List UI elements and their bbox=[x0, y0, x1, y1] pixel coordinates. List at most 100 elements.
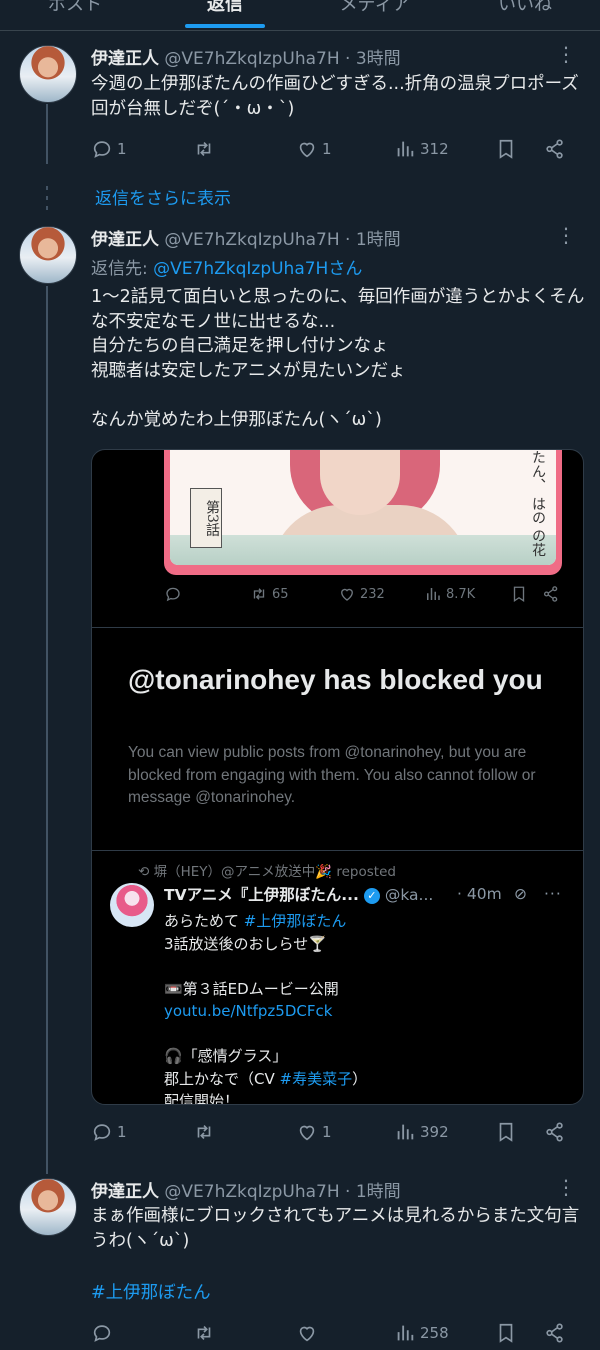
avatar[interactable] bbox=[19, 226, 77, 284]
tweet-text: 今週の上伊那ぼたんの作画ひどすぎる...折角の温泉プロポーズ回が台無しだぞ(´・… bbox=[91, 74, 579, 119]
tab-media[interactable]: メディア bbox=[300, 0, 450, 30]
embedded-reply-icon bbox=[164, 585, 182, 603]
like-icon bbox=[299, 142, 315, 158]
tweet-actions: 258 bbox=[91, 1322, 581, 1350]
grok-icon: ⊘ bbox=[514, 885, 527, 903]
like-icon bbox=[299, 1125, 315, 1141]
embedded-tweet-actions: 65 232 8.7K bbox=[92, 585, 583, 613]
tab-posts[interactable]: ポスト bbox=[0, 0, 150, 30]
quoted-tweet-header: TVアニメ『上伊那ぼたん... ✓ @ka... bbox=[164, 883, 433, 905]
blocked-title: @tonarinohey has blocked you bbox=[128, 664, 543, 695]
more-icon[interactable]: ⋮ bbox=[556, 223, 576, 247]
tweet-actions: 1 1 392 bbox=[91, 1121, 581, 1149]
views-icon bbox=[397, 1124, 414, 1140]
embedded-views: 8.7K bbox=[424, 585, 475, 603]
views-icon bbox=[397, 141, 414, 157]
blocked-message: You can view public posts from @tonarino… bbox=[128, 744, 536, 806]
avatar bbox=[110, 883, 154, 927]
bookmark-button[interactable] bbox=[495, 138, 517, 160]
more-icon[interactable]: ⋮ bbox=[556, 1175, 576, 1199]
like-count: 1 bbox=[322, 140, 332, 158]
reply-to-suffix: さん bbox=[328, 259, 363, 279]
display-name[interactable]: 伊達正人 bbox=[91, 230, 159, 250]
reply-button[interactable]: 1 bbox=[91, 138, 127, 160]
share-icon bbox=[546, 1122, 563, 1142]
thread-line bbox=[46, 104, 48, 164]
timestamp[interactable]: · 1時間 bbox=[345, 230, 401, 250]
tweet-header: 伊達正人 @VE7hZkqIzpUha7H · 1時間 bbox=[91, 1177, 401, 1202]
quoted-display-name: TVアニメ『上伊那ぼたん... bbox=[164, 886, 359, 904]
more-icon[interactable]: ⋮ bbox=[556, 42, 576, 66]
profile-tabs: ポスト 返信 メディア いいね bbox=[0, 0, 600, 31]
reply-icon bbox=[93, 141, 111, 158]
tweet-actions: 1 1 312 bbox=[91, 138, 581, 166]
like-button[interactable]: 1 bbox=[296, 1121, 332, 1143]
reply-to-handle[interactable]: @VE7hZkqIzpUha7H bbox=[153, 259, 328, 279]
verified-badge-icon: ✓ bbox=[363, 887, 380, 904]
reply-count: 1 bbox=[117, 1123, 127, 1141]
thread-line bbox=[46, 286, 48, 1174]
views-count: 312 bbox=[420, 140, 449, 158]
bookmark-icon bbox=[499, 139, 513, 159]
views-button[interactable]: 312 bbox=[394, 138, 449, 160]
active-tab-indicator bbox=[185, 24, 265, 28]
display-name[interactable]: 伊達正人 bbox=[91, 1182, 159, 1202]
embedded-retweet: 65 bbox=[250, 585, 289, 603]
share-button[interactable] bbox=[544, 138, 566, 160]
avatar[interactable] bbox=[19, 45, 77, 103]
views-count: 258 bbox=[420, 1324, 449, 1342]
embedded-bookmark-icon bbox=[510, 585, 528, 603]
embedded-retweet-count: 65 bbox=[272, 586, 289, 602]
anime-screenshot: 第3話 たん、 はの の花 bbox=[164, 450, 562, 575]
user-handle[interactable]: @VE7hZkqIzpUha7H bbox=[164, 49, 339, 69]
reposted-by-line: ⟲ 塀（HEY）@アニメ放送中🎉 reposted bbox=[138, 864, 396, 880]
reply-icon bbox=[93, 1124, 111, 1141]
retweet-icon bbox=[197, 1124, 211, 1140]
thread-line-dots bbox=[46, 186, 48, 190]
reply-to-line: 返信先: @VE7hZkqIzpUha7Hさん bbox=[91, 254, 362, 279]
youtube-link: youtu.be/Ntfpz5DCFck bbox=[164, 1002, 333, 1020]
like-button[interactable]: 1 bbox=[296, 138, 332, 160]
attached-image-card[interactable]: 第3話 たん、 はの の花 65 232 8.7K @tonarinohey h… bbox=[91, 449, 584, 1105]
retweet-button[interactable] bbox=[193, 1121, 219, 1143]
timestamp[interactable]: · 3時間 bbox=[345, 49, 401, 69]
show-more-replies-link[interactable]: 返信をさらに表示 bbox=[95, 184, 231, 209]
display-name[interactable]: 伊達正人 bbox=[91, 49, 159, 69]
views-count: 392 bbox=[420, 1123, 449, 1141]
quoted-handle: @ka... bbox=[384, 886, 434, 904]
avatar[interactable] bbox=[19, 1178, 77, 1236]
reply-count: 1 bbox=[117, 140, 127, 158]
embedded-like-count: 232 bbox=[360, 586, 385, 602]
more-icon: ··· bbox=[544, 885, 562, 903]
bookmark-icon bbox=[499, 1122, 513, 1142]
timestamp[interactable]: · 1時間 bbox=[345, 1182, 401, 1202]
embedded-views-count: 8.7K bbox=[446, 586, 476, 602]
reply-button[interactable]: 1 bbox=[91, 1121, 127, 1143]
reply-to-prefix: 返信先: bbox=[91, 259, 154, 279]
views-button[interactable]: 392 bbox=[394, 1121, 449, 1143]
like-count: 1 bbox=[322, 1123, 332, 1141]
embedded-like: 232 bbox=[338, 585, 385, 603]
vertical-caption: たん、 はの の花 bbox=[530, 450, 546, 557]
user-handle[interactable]: @VE7hZkqIzpUha7H bbox=[164, 1182, 339, 1202]
bookmark-button[interactable] bbox=[495, 1121, 517, 1143]
retweet-icon bbox=[197, 141, 211, 157]
tab-likes[interactable]: いいね bbox=[450, 0, 600, 30]
repost-icon: ⟲ bbox=[138, 864, 154, 880]
divider bbox=[92, 850, 583, 851]
hashtag-link[interactable]: #上伊那ぼたん bbox=[91, 1281, 586, 1306]
quoted-tweet-text: あらためて #上伊那ぼたん 3話放送後のおしらせ🍸 📼第３話EDムービー公開 y… bbox=[164, 912, 368, 1105]
episode-badge: 第3話 bbox=[190, 488, 222, 548]
tweet-header: 伊達正人 @VE7hZkqIzpUha7H · 3時間 bbox=[91, 44, 401, 69]
divider bbox=[92, 627, 583, 628]
tweet-text: 1〜2話見て面白いと思ったのに、毎回作画が違うとかよくそんな不安定なモノ世に出せ… bbox=[91, 287, 585, 430]
thread-line-dots bbox=[46, 206, 48, 210]
tweet-text: まぁ作画様にブロックされてもアニメは見れるからまた文句言うわ(ヽ´ω`) bbox=[91, 1206, 580, 1251]
tweet-header: 伊達正人 @VE7hZkqIzpUha7H · 1時間 bbox=[91, 225, 401, 250]
share-icon bbox=[546, 139, 563, 159]
retweet-button[interactable] bbox=[193, 138, 219, 160]
share-button[interactable] bbox=[544, 1121, 566, 1143]
embedded-share-icon bbox=[542, 585, 560, 603]
user-handle[interactable]: @VE7hZkqIzpUha7H bbox=[164, 230, 339, 250]
quoted-time: · 40m bbox=[457, 885, 502, 903]
